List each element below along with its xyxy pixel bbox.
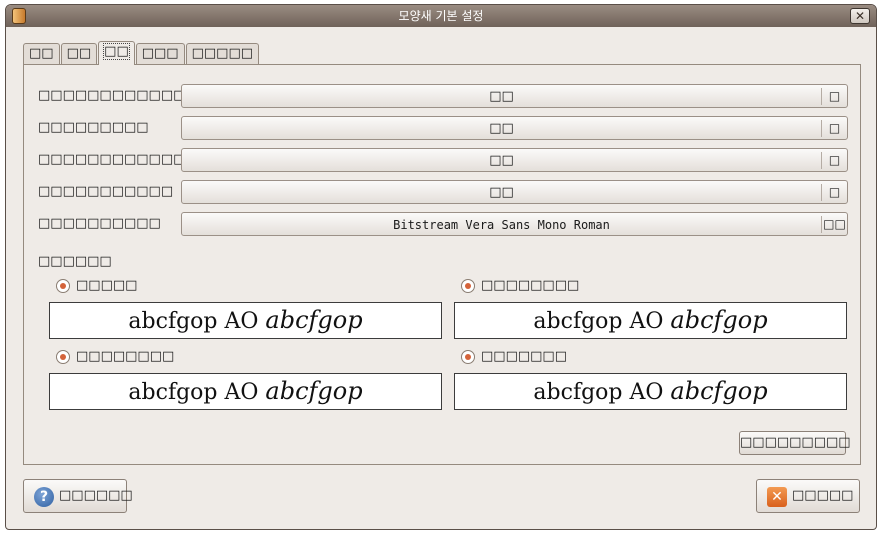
tab-fonts-label: □□ [103,43,130,60]
tab-4-label: □□□ [141,46,179,61]
font-row-label: □□□□□□□□□□□ [38,184,174,199]
font-picker-button[interactable]: □□ □ [181,84,848,108]
font-row-label: □□□□□□□□□□ [38,216,161,231]
rendering-preview[interactable]: abcfgop AO abcfgop [454,373,847,410]
window-title: 모양새 기본 설정 [398,9,484,23]
font-picker-size: □ [821,152,847,169]
font-picker-value: □□ [489,121,514,136]
preview-italic-text: abcfgop [265,306,363,334]
font-row-application: □□□□□□□□□□□□□ □□ □ [38,84,848,108]
font-picker-value: □□ [489,89,514,104]
close-button[interactable]: ✕ □□□□□ [756,479,860,513]
font-picker-size: □□ [821,216,847,233]
radio-button[interactable] [461,350,475,364]
font-picker-value: □□ [489,185,514,200]
font-row-label: □□□□□□□□□ [38,120,149,135]
preview-plain-text: abcfgop AO [533,380,671,405]
font-row-document: □□□□□□□□□ □□ □ [38,116,848,140]
rendering-preview[interactable]: abcfgop AO abcfgop [454,302,847,339]
font-picker-button[interactable]: □□ □ [181,148,848,172]
font-picker-button[interactable]: □□ □ [181,116,848,140]
rendering-section-title: □□□□□□ [38,254,112,269]
tab-5-label: □□□□□ [191,46,254,61]
rendering-option-label: □□□□□□□□ [481,278,580,293]
font-picker-size: □ [821,184,847,201]
radio-button[interactable] [461,279,475,293]
help-icon: ? [34,487,54,507]
window-close-button[interactable]: ✕ [850,8,870,24]
preview-plain-text: abcfgop AO [128,380,266,405]
font-row-label: □□□□□□□□□□□□ [38,152,186,167]
rendering-option-label: □□□□□□□ [481,349,567,364]
rendering-preview[interactable]: abcfgop AO abcfgop [49,373,442,410]
details-button[interactable]: □□□□□□□□□ [739,431,851,455]
rendering-preview[interactable]: abcfgop AO abcfgop [49,302,442,339]
rendering-option-label: □□□□□ [76,278,138,293]
font-picker-value: Bitstream Vera Sans Mono Roman [393,218,610,232]
preview-italic-text: abcfgop [670,377,768,405]
preview-italic-text: abcfgop [265,377,363,405]
font-picker-button[interactable]: □□ □ [181,180,848,204]
tab-1[interactable]: □□ [23,43,60,65]
rendering-option-label: □□□□□□□□ [76,349,175,364]
font-picker-size: □ [821,88,847,105]
tab-2-label: □□ [66,46,92,61]
close-icon: ✕ [767,487,787,507]
font-picker-value: □□ [489,153,514,168]
font-picker-size: □ [821,120,847,137]
radio-button[interactable] [56,350,70,364]
title-bar: 모양새 기본 설정 ✕ [6,5,876,27]
font-row-label: □□□□□□□□□□□□□ [38,88,198,103]
font-row-window-title: □□□□□□□□□□□ □□ □ [38,180,848,204]
tab-1-label: □□ [29,46,54,61]
help-button[interactable]: ? □□□□□□ [23,479,133,513]
close-button-label: □□□□□ [792,488,854,503]
preview-plain-text: abcfgop AO [128,309,266,334]
font-picker-button[interactable]: Bitstream Vera Sans Mono Roman □□ [181,212,848,236]
appearance-preferences-window: 모양새 기본 설정 ✕ □□ □□ □□ □□□ □□□□□ □□□□□□□□□… [5,4,877,530]
tab-2[interactable]: □□ [60,43,98,65]
radio-button[interactable] [56,279,70,293]
tab-5[interactable]: □□□□□ [185,43,260,65]
font-row-desktop: □□□□□□□□□□□□ □□ □ [38,148,848,172]
fonts-panel: □□□□□□□□□□□□□ □□ □ □□□□□□□□□ □□ □ □□□□□□… [23,64,861,465]
preview-plain-text: abcfgop AO [533,309,671,334]
tab-4[interactable]: □□□ [135,43,185,65]
tab-fonts[interactable]: □□ [98,41,135,65]
help-button-label: □□□□□□ [59,488,133,503]
tab-bar: □□ □□ □□ □□□ □□□□□ [23,41,260,65]
app-icon [12,8,26,24]
font-row-fixed-width: □□□□□□□□□□ Bitstream Vera Sans Mono Roma… [38,212,848,236]
preview-italic-text: abcfgop [670,306,768,334]
